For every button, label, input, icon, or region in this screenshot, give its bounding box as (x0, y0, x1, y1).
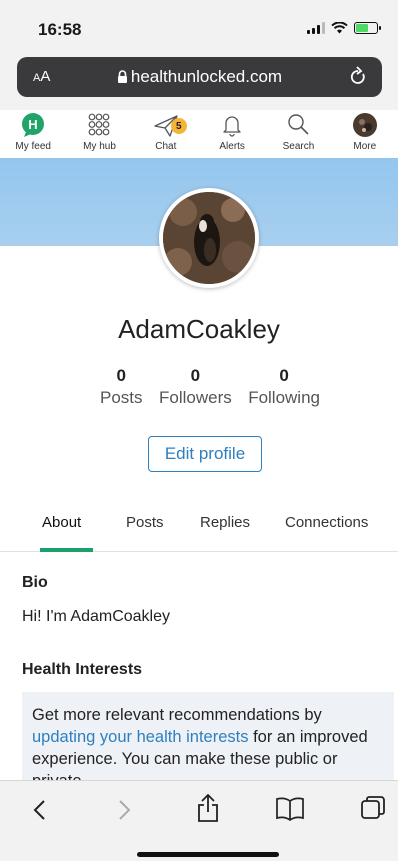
stat-label: Following (248, 388, 320, 407)
profile-username: AdamCoakley (118, 314, 280, 344)
forward-icon[interactable] (118, 799, 132, 821)
tabs-icon[interactable] (360, 795, 386, 821)
nav-label: More (353, 141, 377, 152)
nav-label: Alerts (219, 141, 245, 152)
tab-connections[interactable]: Connections (285, 514, 368, 531)
bookmarks-icon[interactable] (275, 797, 305, 821)
avatar-icon (352, 112, 378, 138)
profile-tabs: About Posts Replies Connections (0, 510, 398, 552)
svg-text:H: H (28, 117, 37, 132)
home-indicator (137, 852, 279, 857)
health-interests-box: Get more relevant recommendations by upd… (22, 692, 394, 780)
profile-avatar (159, 188, 259, 288)
tab-about[interactable]: About (42, 514, 81, 531)
back-icon[interactable] (32, 799, 46, 821)
edit-profile-button[interactable]: Edit profile (148, 436, 262, 472)
stat-label: Followers (158, 388, 232, 407)
nav-chat[interactable]: 5 Chat (133, 110, 199, 158)
active-tab-indicator (40, 548, 93, 552)
signal-icon (307, 22, 325, 34)
chat-badge: 5 (170, 118, 187, 134)
address-bar[interactable]: AA healthunlocked.com (17, 57, 382, 97)
stat-posts[interactable]: 0 Posts (100, 366, 143, 408)
healthunlocked-logo-icon: H (20, 112, 46, 138)
stat-value: 0 (190, 366, 201, 385)
url-display[interactable]: healthunlocked.com (17, 67, 382, 87)
nav-search[interactable]: Search (265, 110, 331, 158)
nav-more[interactable]: More (332, 110, 398, 158)
stat-followers[interactable]: 0 Followers (159, 366, 232, 408)
health-interests-title: Health Interests (22, 661, 143, 678)
wifi-icon (331, 22, 348, 34)
paper-plane-icon: 5 (153, 112, 187, 138)
stat-value: 0 (116, 366, 126, 385)
nav-my-feed[interactable]: H My feed (0, 110, 66, 158)
status-icons (307, 22, 381, 34)
profile-page: AdamCoakley 0 Posts 0 Followers 0 Follow… (0, 158, 398, 780)
nav-label: Search (282, 141, 315, 152)
stat-label: Posts (100, 388, 143, 407)
battery-icon (354, 22, 381, 34)
lock-icon (117, 70, 127, 83)
reload-icon[interactable] (348, 66, 368, 88)
share-icon[interactable] (196, 793, 220, 823)
bio-title: Bio (22, 574, 48, 591)
grid-icon (86, 112, 112, 138)
stat-value: 0 (279, 366, 289, 385)
nav-label: Chat (155, 141, 177, 152)
nav-alerts[interactable]: Alerts (199, 110, 265, 158)
url-text: healthunlocked.com (130, 67, 283, 86)
nav-my-hub[interactable]: My hub (66, 110, 132, 158)
tab-posts[interactable]: Posts (126, 514, 164, 531)
profile-stats: 0 Posts 0 Followers 0 Following (100, 366, 320, 408)
search-icon (285, 112, 311, 138)
browser-toolbar (0, 780, 398, 861)
app-nav: H My feed My hub 5 Chat Alerts Search Mo… (0, 110, 398, 158)
stat-following[interactable]: 0 Following (248, 366, 320, 408)
interests-text: Get more relevant recommendations by (32, 706, 322, 724)
nav-label: My hub (83, 141, 116, 152)
update-interests-link[interactable]: updating your health interests (32, 728, 248, 746)
status-bar: 16:58 (0, 0, 398, 54)
bio-text: Hi! I'm AdamCoakley (22, 608, 170, 625)
status-time: 16:58 (38, 20, 82, 39)
nav-label: My feed (15, 141, 51, 152)
bell-icon (219, 112, 245, 138)
tab-replies[interactable]: Replies (200, 514, 250, 531)
